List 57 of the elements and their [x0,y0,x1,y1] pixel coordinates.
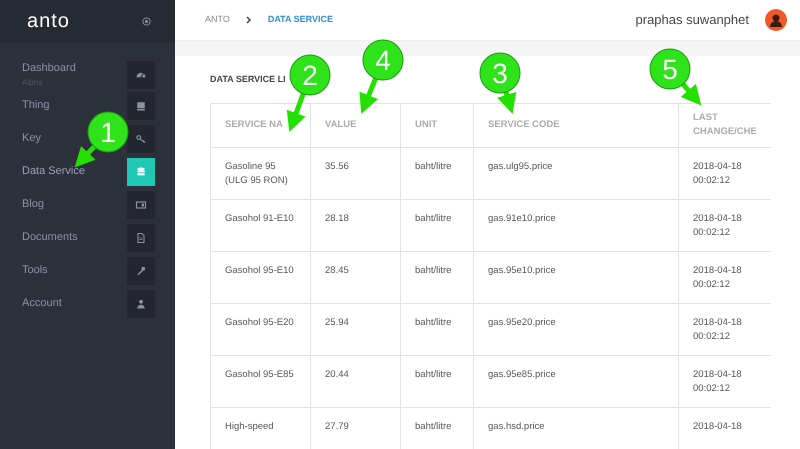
table-cell: gas.ulg95.price [474,147,678,200]
wrench-icon [135,264,147,276]
sidebar-item[interactable]: Account [22,297,62,310]
document-icon [135,232,147,244]
table-cell: baht/litre [400,251,474,304]
table-cell: gas.95e85.price [474,355,678,408]
breadcrumb-link[interactable]: DATA SERVICE [268,13,334,27]
monitor-icon [135,100,147,112]
table-cell: Gasohol 95-E10 [210,251,310,304]
id-card-icon [135,198,147,210]
table-cell: Gasohol 95-E85 [210,355,310,408]
table-cell: 25.94 [310,303,400,356]
logo-text[interactable]: anto [27,6,70,36]
sidebar-icon-tile[interactable] [127,124,155,152]
sidebar-icon-tile[interactable] [127,224,155,252]
sidebar-icon-tile[interactable] [127,256,155,284]
settings-icon[interactable] [142,16,151,26]
table-cell: 28.18 [310,199,400,252]
table-cell: Gasoline 95 (ULG 95 RON) [210,147,310,200]
table-cell: 35.56 [310,147,400,200]
key-icon [135,132,147,144]
sidebar-icon-tile[interactable] [127,92,155,120]
sidebar-item[interactable]: Data Service [22,165,85,178]
column-header: UNIT [400,103,474,148]
table-cell: gas.91e10.price [474,199,678,252]
sidebar-item[interactable]: Documents [22,231,78,244]
avatar-icon[interactable] [765,8,787,31]
user-name[interactable]: praphas suwanphet [636,10,749,30]
user-icon [135,298,147,310]
sidebar-item[interactable]: Thing [22,99,50,112]
table-cell: gas.95e10.price [474,251,678,304]
database-icon [135,166,147,178]
sidebar-icon-tile[interactable] [127,190,155,218]
table-cell: baht/litre [400,303,474,356]
table-cell: High-speed [210,407,310,449]
section-title: DATA SERVICE LI [210,73,286,86]
sidebar-item[interactable]: Tools [22,264,48,277]
table-cell: 20.44 [310,355,400,408]
table-cell: Gasohol 95-E20 [210,303,310,356]
sidebar-item[interactable]: Dashboard [22,62,76,74]
table-cell: baht/litre [400,147,474,200]
chevron-icon [246,16,252,24]
column-header: SERVICE CODE [474,103,678,148]
table-cell: gas.95e20.price [474,303,678,356]
sidebar-item[interactable]: Key [22,132,41,145]
sidebar-item[interactable]: Blog [22,198,44,211]
breadcrumb-link[interactable]: ANTO [205,13,230,27]
column-header: VALUE [310,103,400,148]
sidebar-icon-tile[interactable] [127,290,155,318]
table-cell: baht/litre [400,199,474,252]
table-cell: Gasohol 91-E10 [210,199,310,252]
sidebar-icon-tile[interactable] [127,158,155,186]
column-header: SERVICE NA [210,103,310,148]
sidebar-icon-tile[interactable] [127,60,155,88]
table-cell: 28.45 [310,251,400,304]
table-cell: baht/litre [400,355,474,408]
column-header: LAST CHANGE/CHE [678,103,770,148]
